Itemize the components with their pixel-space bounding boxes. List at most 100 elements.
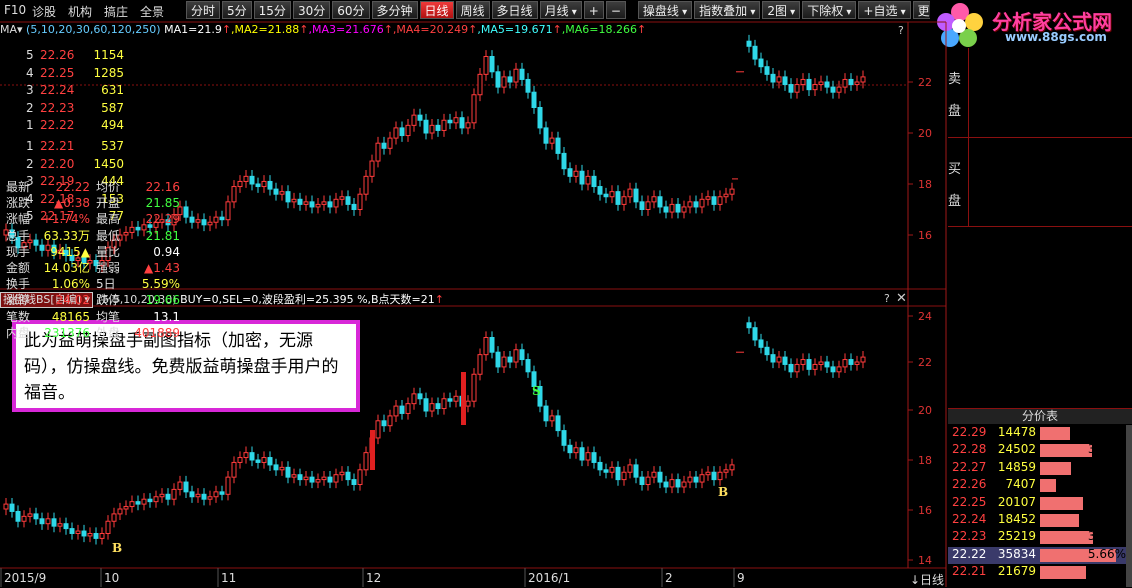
price-dist-row[interactable]: 22.28 24502 3.87%: [948, 442, 1132, 459]
quote-row: 金额 14.03亿 强弱 ▲1.43: [0, 261, 184, 276]
candle-body: [597, 186, 603, 195]
price-dist-row[interactable]: 22.25 20107 3.18%: [948, 495, 1132, 512]
lower-tick-label: 14: [918, 554, 932, 567]
upper-tick-label: 22: [918, 76, 932, 89]
candle-body: [597, 461, 603, 471]
candle-body: [621, 196, 627, 205]
candle-body: [195, 493, 201, 498]
buy-level-number: 2: [26, 156, 34, 171]
dist-percent: 3.18%: [1087, 494, 1126, 509]
candle-body: [231, 186, 237, 203]
dist-volume: 20107: [997, 494, 1036, 509]
signal-marker: B: [112, 541, 122, 555]
sell-price: 22.23: [40, 100, 75, 115]
candle-body: [435, 403, 441, 410]
candle-body: [507, 356, 513, 363]
volume-bar: [1040, 496, 1083, 510]
volume-bar: [1040, 461, 1072, 475]
buy-price: 22.20: [40, 156, 75, 171]
candle-body: [752, 45, 758, 60]
candle-body: [465, 400, 471, 407]
candle-body: [309, 476, 315, 483]
price-dist-row[interactable]: 22.23 25219 3.98%: [948, 529, 1132, 546]
candle-body: [183, 481, 189, 493]
dist-price: 22.25: [952, 494, 987, 509]
candle-body: [848, 359, 854, 365]
dist-percent: 1.17%: [1087, 477, 1126, 492]
candle-body: [717, 471, 723, 481]
candle-body: [75, 530, 81, 534]
candle-body: [794, 84, 800, 93]
signal-marker: S: [532, 384, 541, 398]
candle-body: [699, 474, 705, 483]
candle-body: [297, 198, 303, 205]
price-dist-row[interactable]: 22.27 14859 2.35%: [948, 460, 1132, 477]
candle-body: [291, 198, 297, 203]
candle-body: [243, 175, 249, 182]
candle-body: [351, 203, 357, 210]
price-dist-row[interactable]: 22.21 21679 3.42%: [948, 564, 1132, 581]
candle-body: [123, 506, 129, 510]
price-dist-row[interactable]: 22.29 14478 2.29%: [948, 425, 1132, 442]
price-dist-row[interactable]: 22.24 18452 2.91%: [948, 512, 1132, 529]
candle-body: [357, 193, 363, 210]
date-label: 10: [104, 571, 119, 585]
price-dist-row[interactable]: 22.22 35834 5.66%: [948, 546, 1132, 564]
price-dist-row[interactable]: 22.26 7407 1.17%: [948, 477, 1132, 494]
candle-body: [315, 479, 321, 483]
scrollbar[interactable]: [1126, 425, 1132, 587]
candle-body: [758, 339, 764, 348]
candle-body: [800, 359, 806, 365]
quote-value: 24.02: [55, 293, 90, 308]
sell-level: 3 22.24 631: [0, 83, 184, 98]
upper-tick-label: 16: [918, 229, 932, 242]
volume-bar: [1040, 427, 1071, 440]
lower-help-icon[interactable]: ?: [884, 292, 890, 305]
dist-price: 22.22: [952, 546, 987, 561]
volume-bar: [1040, 531, 1094, 545]
candle-body: [537, 107, 543, 129]
quote-value: 9415▲: [50, 244, 90, 259]
quote-value: ▲1.43: [144, 261, 180, 275]
candle-body: [429, 403, 435, 412]
sell-level-number: 4: [26, 65, 34, 80]
candle-body: [711, 471, 717, 481]
book-side-label: 盘: [948, 104, 962, 119]
candle-body: [159, 493, 165, 498]
sell-volume: 1154: [93, 48, 124, 62]
quote-value: 21.85: [145, 196, 180, 211]
candle-body: [267, 180, 273, 190]
candle-body: [573, 170, 579, 177]
candle-body: [279, 191, 285, 195]
candle-body: [315, 203, 321, 208]
candle-body: [153, 496, 159, 503]
candle-body: [135, 501, 141, 505]
candle-body: [764, 66, 770, 75]
book-side-label: 卖: [948, 72, 962, 87]
quote-value: 1.06%: [51, 277, 90, 292]
candle-body: [579, 170, 585, 185]
candle-body: [519, 68, 525, 80]
quote-value: +1.74%: [41, 212, 90, 227]
candle-body: [639, 201, 645, 211]
candle-body: [669, 479, 675, 488]
period-footer[interactable]: ↓日线: [910, 571, 944, 588]
candle-body: [423, 398, 429, 412]
candle-body: [585, 175, 591, 185]
lower-tick-label: 24: [918, 310, 932, 323]
candle-body: [842, 78, 848, 88]
candle-body: [351, 479, 357, 486]
candle-body: [495, 351, 501, 368]
quote-value: 22.29: [145, 212, 180, 227]
candle-body: [758, 58, 764, 68]
lower-tick-label: 20: [918, 404, 932, 417]
dist-percent: 2.29%: [1087, 425, 1126, 439]
candle-body: [627, 188, 633, 198]
candle-body: [830, 366, 836, 373]
quote-key: 内盘: [6, 325, 31, 340]
candle-body: [483, 56, 489, 75]
candle-body: [297, 474, 303, 481]
candle-body: [333, 198, 339, 208]
close-icon[interactable]: ✕: [896, 291, 907, 306]
candle-body: [309, 201, 315, 208]
